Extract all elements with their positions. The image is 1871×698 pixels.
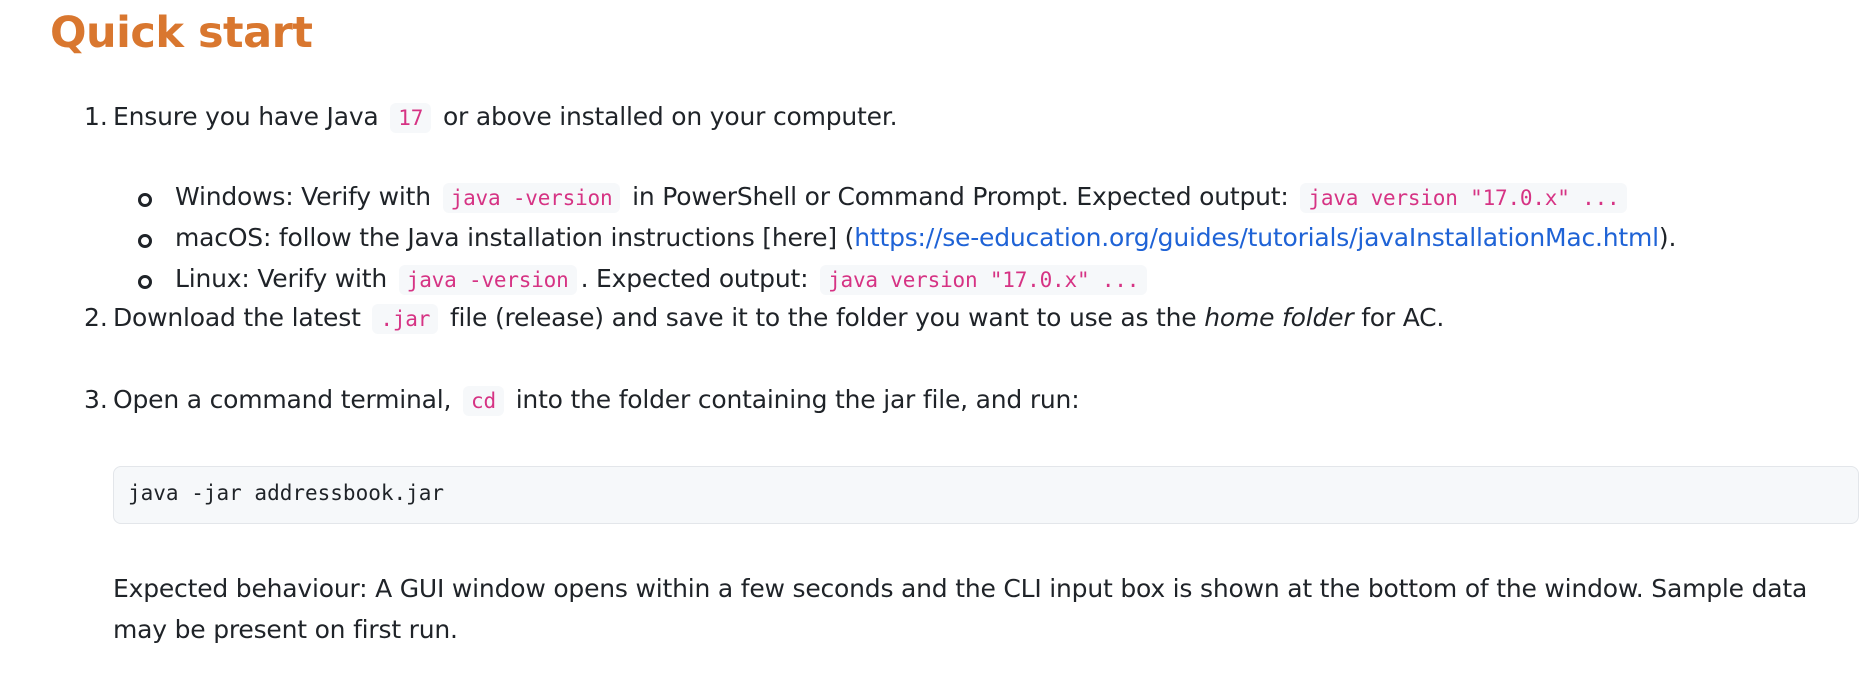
expected-behaviour-note: Expected behaviour: A GUI window opens w…: [113, 574, 1808, 644]
subitem-windows: Windows: Verify with java -version in Po…: [175, 179, 1631, 216]
step-text: file (release) and save it to the folder…: [449, 303, 1197, 332]
subitem-text: Windows: Verify with: [175, 182, 431, 211]
step-number: 3.: [84, 385, 108, 414]
step-text: or above installed on your computer.: [442, 102, 898, 131]
bullet-icon: [138, 234, 152, 248]
bullet-icon: [138, 275, 152, 289]
java-install-mac-link[interactable]: https://se-education.org/guides/tutorial…: [854, 223, 1659, 252]
step-1: Ensure you have Java 17 or above install…: [113, 99, 898, 136]
code-block-text: java -jar addressbook.jar: [128, 481, 445, 505]
step-number: 2.: [84, 303, 108, 332]
step-text: Ensure you have Java: [113, 102, 379, 131]
inline-code: java version "17.0.x" ...: [1300, 183, 1628, 213]
inline-code: .jar: [372, 304, 439, 334]
step-text: for AC.: [1361, 303, 1445, 332]
code-block[interactable]: java -jar addressbook.jar: [113, 466, 1859, 524]
inline-code: java version "17.0.x" ...: [820, 265, 1148, 295]
inline-code: java -version: [442, 183, 621, 213]
subitem-text: in PowerShell or Command Prompt. Expecte…: [632, 182, 1289, 211]
step-number: 1.: [84, 102, 108, 131]
step-3: Open a command terminal, cd into the fol…: [113, 382, 1080, 419]
inline-code: cd: [463, 386, 504, 416]
subitem-text: Linux: Verify with: [175, 264, 388, 293]
step-text: Open a command terminal,: [113, 385, 452, 414]
subitem-text: . Expected output:: [580, 264, 809, 293]
subitem-macos: macOS: follow the Java installation inst…: [175, 220, 1676, 256]
bullet-icon: [138, 193, 152, 207]
document: Quick start 1. Ensure you have Java 17 o…: [0, 0, 1871, 698]
inline-code: 17: [390, 103, 432, 133]
step-text: into the folder containing the jar file,…: [515, 385, 1080, 414]
page-title: Quick start: [50, 8, 313, 58]
emphasis-text: home folder: [1204, 303, 1354, 332]
subitem-linux: Linux: Verify with java -version. Expect…: [175, 261, 1151, 298]
step-2: Download the latest .jar file (release) …: [113, 300, 1444, 337]
subitem-text: macOS: follow the Java installation inst…: [175, 223, 855, 252]
inline-code: java -version: [398, 265, 577, 295]
subitem-text: ).: [1658, 223, 1677, 252]
step-text: Download the latest: [113, 303, 361, 332]
